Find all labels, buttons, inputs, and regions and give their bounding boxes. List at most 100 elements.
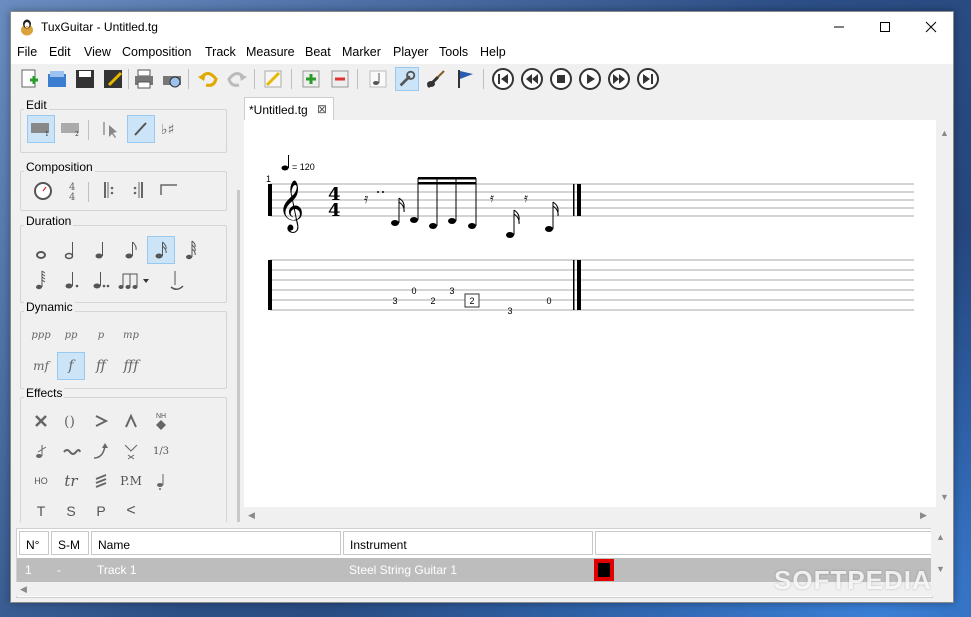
first-icon[interactable]: [491, 67, 515, 91]
tab-untitled[interactable]: *Untitled.tg ⊠: [244, 97, 334, 120]
settings-wrench-icon[interactable]: [395, 67, 419, 91]
redo-icon[interactable]: [225, 67, 249, 91]
fade-in-icon[interactable]: <: [117, 497, 145, 522]
menu-composition[interactable]: Composition: [122, 45, 191, 59]
edit-cursor-icon[interactable]: [95, 115, 123, 143]
track-solo-mute[interactable]: -: [57, 558, 61, 582]
dynamic-pp[interactable]: pp: [57, 321, 85, 349]
dynamic-p[interactable]: p: [87, 321, 115, 349]
dynamic-fff[interactable]: fff: [117, 352, 145, 380]
rewind-icon[interactable]: [520, 67, 544, 91]
thirty-second-note-icon[interactable]: [177, 236, 205, 264]
menu-beat[interactable]: Beat: [305, 45, 331, 59]
vibrato-icon[interactable]: [57, 437, 85, 465]
dead-note-icon[interactable]: [27, 407, 55, 435]
quarter-note-icon[interactable]: [87, 236, 115, 264]
save-icon[interactable]: [73, 67, 97, 91]
score-editor[interactable]: = 120 1 𝄞 4 4 𝄿 𝄿 𝄿 3 0 2 3 2 3 0: [244, 120, 936, 525]
save-as-icon[interactable]: [101, 67, 125, 91]
bend-icon[interactable]: [87, 437, 115, 465]
whole-note-icon[interactable]: [27, 236, 55, 264]
tremolo-bar-icon[interactable]: [117, 437, 145, 465]
print-preview-icon[interactable]: [160, 67, 184, 91]
tremolo-picking-icon[interactable]: [87, 467, 115, 495]
edit-selection-icon[interactable]: 1: [27, 115, 55, 143]
open-file-icon[interactable]: [45, 67, 69, 91]
sixteenth-note-icon[interactable]: [147, 236, 175, 264]
dynamic-mp[interactable]: mp: [117, 321, 145, 349]
col-header-number[interactable]: N°: [19, 531, 49, 555]
track-color-swatch[interactable]: [594, 559, 614, 581]
remove-measure-icon[interactable]: [328, 67, 352, 91]
menu-view[interactable]: View: [84, 45, 111, 59]
menu-edit[interactable]: Edit: [49, 45, 71, 59]
menu-tools[interactable]: Tools: [439, 45, 468, 59]
accidental-sharp-icon[interactable]: ♭♯: [157, 115, 185, 143]
col-header-measures[interactable]: [595, 531, 933, 555]
alternate-ending-icon[interactable]: [155, 176, 183, 204]
repeat-close-icon[interactable]: [125, 176, 153, 204]
scroll-right-icon[interactable]: ▶: [920, 510, 927, 521]
menu-player[interactable]: Player: [393, 45, 428, 59]
minimize-button[interactable]: [816, 12, 862, 42]
score-vertical-scrollbar[interactable]: ▲ ▼: [936, 120, 953, 525]
menu-marker[interactable]: Marker: [342, 45, 381, 59]
tied-note-icon[interactable]: [163, 266, 191, 294]
guitar-icon[interactable]: [424, 67, 448, 91]
col-header-name[interactable]: Name: [91, 531, 341, 555]
scroll-up-icon[interactable]: ▲: [936, 532, 945, 542]
dynamic-ff[interactable]: ff: [87, 352, 115, 380]
tapping-icon[interactable]: T: [27, 497, 55, 522]
marker-flag-icon[interactable]: [453, 67, 477, 91]
tuplet-ratio-icon[interactable]: 1/3: [147, 437, 175, 465]
ghost-note-icon[interactable]: (): [57, 407, 85, 435]
menu-measure[interactable]: Measure: [246, 45, 295, 59]
double-dotted-note-icon[interactable]: [87, 266, 115, 294]
scroll-down-icon[interactable]: ▼: [940, 492, 949, 502]
undo-icon[interactable]: [196, 67, 220, 91]
maximize-button[interactable]: [862, 12, 908, 42]
stop-icon[interactable]: [549, 67, 573, 91]
score-horizontal-scrollbar[interactable]: ◀ ▶: [244, 507, 936, 525]
repeat-open-icon[interactable]: [95, 176, 123, 204]
eighth-note-icon[interactable]: [117, 236, 145, 264]
staccato-icon[interactable]: [147, 467, 175, 495]
add-measure-icon[interactable]: [299, 67, 323, 91]
close-button[interactable]: [908, 12, 954, 42]
popping-icon[interactable]: P: [87, 497, 115, 522]
tempo-clock-icon[interactable]: [29, 176, 57, 204]
scroll-left-icon[interactable]: ◀: [20, 584, 27, 595]
sixty-fourth-note-icon[interactable]: [27, 266, 55, 294]
time-signature-icon[interactable]: 44: [59, 176, 87, 204]
col-header-solo-mute[interactable]: S-M: [51, 531, 89, 555]
edit-voice-2-icon[interactable]: 2: [57, 115, 85, 143]
tab-close-icon[interactable]: ⊠: [317, 102, 327, 116]
col-header-instrument[interactable]: Instrument: [343, 531, 593, 555]
print-icon[interactable]: [132, 67, 156, 91]
accent-icon[interactable]: [87, 407, 115, 435]
dynamic-mf[interactable]: mf: [27, 352, 55, 380]
edit-pencil-icon[interactable]: [127, 115, 155, 143]
track-table-vertical-scrollbar[interactable]: ▲ ▼: [931, 528, 950, 596]
trill-icon[interactable]: tr: [57, 467, 85, 495]
grace-note-icon[interactable]: [27, 437, 55, 465]
last-icon[interactable]: [636, 67, 660, 91]
scroll-up-icon[interactable]: ▲: [940, 128, 949, 138]
dynamic-ppp[interactable]: ppp: [27, 321, 55, 349]
half-note-icon[interactable]: [57, 236, 85, 264]
panel-scrollbar[interactable]: [237, 190, 240, 522]
scroll-down-icon[interactable]: ▼: [936, 564, 945, 574]
scroll-left-icon[interactable]: ◀: [248, 510, 255, 521]
dynamic-f[interactable]: f: [57, 352, 85, 380]
slapping-icon[interactable]: S: [57, 497, 85, 522]
heavy-accent-icon[interactable]: [117, 407, 145, 435]
new-file-icon[interactable]: [17, 67, 41, 91]
natural-harmonic-icon[interactable]: NH: [147, 407, 175, 435]
dotted-note-icon[interactable]: [57, 266, 85, 294]
menu-file[interactable]: File: [17, 45, 37, 59]
note-view-icon[interactable]: [366, 67, 390, 91]
palm-mute-icon[interactable]: P.M: [117, 467, 145, 495]
menu-track[interactable]: Track: [205, 45, 236, 59]
menu-help[interactable]: Help: [480, 45, 506, 59]
play-icon[interactable]: [578, 67, 602, 91]
